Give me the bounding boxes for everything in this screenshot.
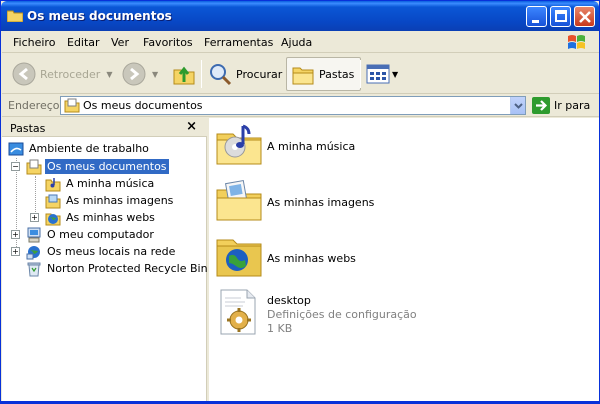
list-item[interactable]: As minhas webs	[215, 232, 356, 280]
expand-icon[interactable]: +	[11, 247, 20, 256]
network-icon	[26, 245, 40, 259]
config-file-icon	[220, 289, 256, 335]
menu-editar[interactable]: Editar	[67, 36, 100, 49]
list-item[interactable]: As minhas imagens	[215, 176, 374, 224]
item-name: desktop	[267, 294, 311, 307]
go-button[interactable]: Ir para	[532, 96, 590, 115]
tree-label: Os meus documentos	[45, 159, 169, 174]
address-value: Os meus documentos	[83, 99, 203, 112]
item-size: 1 KB	[267, 322, 293, 335]
tree-item-recycle-bin[interactable]: Norton Protected Recycle Bin	[26, 260, 210, 277]
search-label: Procurar	[236, 67, 283, 81]
tree-label: A minha música	[66, 177, 155, 190]
folder-icon	[7, 10, 23, 22]
address-dropdown-button[interactable]	[510, 97, 525, 114]
close-button[interactable]	[574, 6, 595, 27]
window-bottom-border	[1, 401, 600, 403]
forward-button[interactable]: ▼	[122, 57, 158, 91]
pictures-folder-icon	[45, 194, 61, 208]
item-name: As minhas imagens	[267, 196, 375, 209]
back-arrow-icon	[12, 62, 36, 86]
tree-item-my-webs[interactable]: + As minhas webs	[30, 209, 157, 226]
address-label: Endereço	[8, 99, 60, 112]
tree-label: O meu computador	[47, 228, 154, 241]
views-button[interactable]: ▼	[366, 57, 398, 91]
tree-item-network-places[interactable]: + Os meus locais na rede	[11, 243, 177, 260]
toolbar-separator	[201, 60, 202, 88]
folder-icon	[292, 67, 314, 85]
maximize-button[interactable]	[550, 6, 571, 27]
toolbar-separator	[360, 60, 361, 88]
pictures-folder-icon	[216, 179, 262, 221]
expand-icon[interactable]: +	[11, 230, 20, 239]
documents-folder-icon	[64, 98, 80, 113]
window-title: Os meus documentos	[27, 9, 172, 23]
computer-icon	[27, 227, 41, 242]
search-icon	[210, 64, 232, 86]
windows-logo-icon	[568, 35, 585, 49]
address-bar: Endereço Os meus documentos Ir para	[2, 95, 599, 117]
tree-item-my-pictures[interactable]: As minhas imagens	[45, 192, 175, 209]
forward-arrow-icon	[122, 62, 146, 86]
close-icon	[579, 11, 591, 23]
file-list: A minha música As minhas imagens As minh…	[209, 118, 599, 403]
web-folder-icon	[45, 213, 61, 225]
documents-folder-icon	[26, 159, 42, 174]
music-folder-icon	[45, 177, 61, 191]
tree-item-my-computer[interactable]: + O meu computador	[11, 226, 156, 243]
back-dropdown-icon[interactable]: ▼	[106, 70, 112, 79]
views-icon	[366, 64, 390, 84]
views-dropdown-icon[interactable]: ▼	[392, 70, 398, 79]
folders-pane: Pastas × Ambiente de trabalho − Os meus …	[2, 118, 210, 403]
address-input[interactable]: Os meus documentos	[60, 96, 526, 115]
desktop-icon	[8, 142, 24, 155]
search-button[interactable]: Procurar	[208, 57, 282, 91]
up-button[interactable]	[172, 57, 196, 91]
item-name: As minhas webs	[267, 252, 356, 265]
minimize-button[interactable]	[526, 6, 547, 27]
tree-item-my-documents[interactable]: − Os meus documentos	[11, 158, 169, 175]
music-folder-icon	[216, 124, 262, 165]
item-type: Definições de configuração	[267, 308, 417, 321]
web-folder-icon	[216, 239, 262, 277]
menu-ficheiro[interactable]: Ficheiro	[13, 36, 55, 49]
back-label: Retroceder	[40, 67, 101, 81]
tree-item-my-music[interactable]: A minha música	[45, 175, 156, 192]
item-name: A minha música	[267, 140, 356, 153]
tree-item-desktop[interactable]: Ambiente de trabalho	[8, 140, 151, 157]
tree-label: As minhas imagens	[66, 194, 174, 207]
go-arrow-icon	[532, 97, 550, 114]
tree-label: Ambiente de trabalho	[29, 142, 149, 155]
chevron-down-icon	[514, 103, 523, 109]
list-item[interactable]: desktop Definições de configuração 1 KB	[215, 288, 417, 336]
back-button[interactable]: Retroceder ▼	[12, 57, 112, 91]
close-icon[interactable]: ×	[186, 119, 197, 134]
recycle-bin-icon	[27, 262, 41, 276]
menu-ajuda[interactable]: Ajuda	[281, 36, 312, 49]
tree-label: As minhas webs	[66, 211, 155, 224]
forward-dropdown-icon[interactable]: ▼	[152, 70, 158, 79]
folders-pane-title: Pastas	[10, 122, 46, 135]
collapse-icon[interactable]: −	[11, 162, 20, 171]
folders-label: Pastas	[319, 67, 355, 81]
maximize-icon	[555, 10, 567, 22]
minimize-icon	[532, 20, 539, 23]
go-label: Ir para	[554, 99, 591, 112]
expand-icon[interactable]: +	[30, 213, 39, 222]
folder-up-icon	[173, 66, 195, 85]
folders-button[interactable]: Pastas	[286, 57, 362, 91]
folders-pane-header: Pastas ×	[2, 118, 207, 137]
tree-label: Norton Protected Recycle Bin	[47, 262, 208, 275]
toolbar: Retroceder ▼ ▼ Procurar Pastas ▼	[2, 54, 599, 94]
tree-line	[35, 176, 36, 218]
menu-ver[interactable]: Ver	[111, 36, 129, 49]
explorer-window: Os meus documentos Ficheiro Editar Ver F…	[0, 0, 600, 404]
tree-label: Os meus locais na rede	[47, 245, 176, 258]
menu-bar: Ficheiro Editar Ver Favoritos Ferramenta…	[2, 31, 599, 53]
list-item[interactable]: A minha música	[215, 120, 355, 168]
menu-ferramentas[interactable]: Ferramentas	[204, 36, 273, 49]
menu-favoritos[interactable]: Favoritos	[143, 36, 193, 49]
title-bar[interactable]: Os meus documentos	[1, 1, 599, 31]
